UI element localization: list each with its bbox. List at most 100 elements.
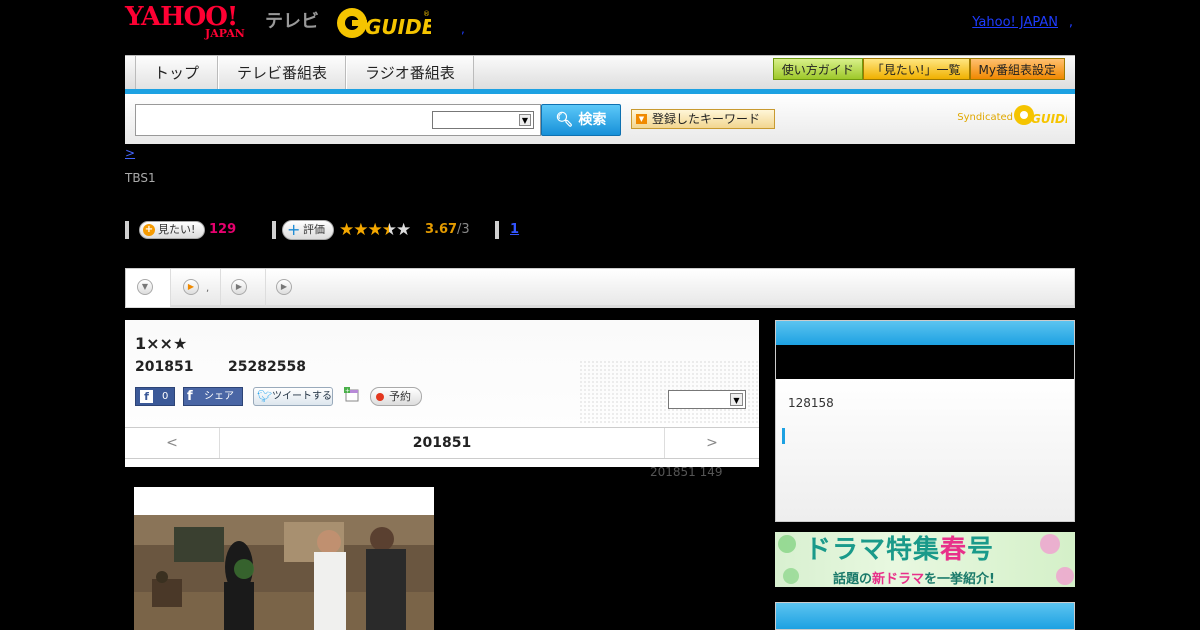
tab-episodes[interactable]: ▶ , [171, 269, 221, 307]
sidebar-header [776, 321, 1074, 345]
header-separator: , [1068, 15, 1073, 30]
sidebar-panel-2-header [775, 602, 1075, 630]
plus-icon: + [143, 224, 155, 236]
star-rating: ★★★★★ [339, 220, 411, 240]
banner-title-c: 号 [967, 535, 995, 565]
nav-tab-tv-listings[interactable]: テレビ番組表 [218, 56, 347, 90]
review-link[interactable]: 1 [510, 222, 519, 237]
broadcast-meta: 201851 149 [650, 465, 723, 479]
site-header: YAHOO! JAPAN テレビ GUIDE ® , Yahoo! JAPAN … [125, 0, 1075, 55]
svg-text:GUIDE: GUIDE [1031, 112, 1067, 126]
registered-keywords-button[interactable]: ▼ 登録したキーワード [631, 109, 775, 129]
sidebar-panel: 128158 [775, 320, 1075, 522]
program-time: 25282558 [228, 359, 306, 375]
banner-title-spring: 春 [940, 535, 968, 565]
facebook-like-button[interactable]: f 0 [135, 387, 175, 406]
rate-label: 評価 [303, 223, 325, 236]
want-to-watch-button[interactable]: + 見たい! [139, 221, 205, 239]
play-icon: ▶ [231, 279, 247, 295]
reserve-button[interactable]: 予約 [370, 387, 422, 406]
divider [495, 221, 499, 239]
want-to-watch-label: 見たい! [158, 223, 196, 236]
wantto-list-button[interactable]: 「見たい!」一覧 [862, 58, 970, 80]
banner-title-a: ドラマ特集 [805, 535, 941, 565]
pager-next-button[interactable]: > [664, 428, 759, 458]
facebook-like-count: 0 [162, 391, 169, 402]
nav-buttons: 使い方ガイド 「見たい!」一覧 My番組表設定 [772, 58, 1065, 80]
star-empty-icon: ★ [396, 220, 411, 240]
program-info: 1××★ 201851 25282558 f 0 f シェア 🐦︎ ツイートする… [125, 320, 759, 467]
chevron-down-icon: ▼ [519, 114, 531, 126]
nav-tabs: トップ テレビ番組表 ラジオ番組表 [135, 56, 474, 90]
pager-current-date: 201851 [412, 435, 472, 451]
tweet-label: ツイートする [272, 391, 332, 402]
registered-keywords-label: 登録したキーワード [652, 112, 761, 126]
banner-title: ドラマ特集春号 [805, 534, 994, 566]
search-bar: ▼ 🔍︎ 検索 ▼ 登録したキーワード Syndicated GUIDE [125, 94, 1075, 144]
syndicated-gguide-logo: GUIDE [1014, 105, 1067, 126]
star-icon: ★ [339, 220, 354, 240]
star-icon: ★ [367, 220, 383, 240]
sidebar-title-band [776, 345, 1074, 379]
banner-sub-new: 新ドラマ [872, 572, 925, 587]
nav-tab-radio-listings[interactable]: ラジオ番組表 [346, 56, 474, 90]
pager-prev-button[interactable]: < [125, 428, 220, 458]
syndicated-label: Syndicated [957, 112, 1013, 123]
rate-button[interactable]: + 評価 [282, 220, 334, 240]
search-category-select[interactable]: ▼ [432, 111, 534, 129]
play-icon: ▶ [276, 279, 292, 295]
program-tabs: ▼ ▶ , ▶ ▶ [125, 268, 1075, 308]
global-nav: トップ テレビ番組表 ラジオ番組表 使い方ガイド 「見たい!」一覧 My番組表設… [125, 55, 1075, 91]
chevron-down-icon: ▼ [137, 279, 153, 295]
banner-sub-c: を一挙紹介! [924, 572, 995, 587]
drama-special-banner[interactable]: ドラマ特集春号 話題の新ドラマを一挙紹介! [775, 532, 1075, 587]
rating-value: 3.67 [425, 222, 458, 237]
want-to-watch-count: 129 [209, 222, 237, 237]
header-dot: , [461, 22, 465, 36]
plus-icon: + [287, 220, 301, 239]
rating-count: /3 [457, 222, 470, 237]
sidebar-accent [782, 428, 785, 444]
breadcrumb[interactable]: > [125, 146, 135, 160]
facebook-share-button[interactable]: f シェア [183, 387, 243, 406]
search-icon: 🔍︎ [555, 112, 574, 128]
divider [125, 221, 129, 239]
search-button-label: 検索 [578, 112, 607, 128]
svg-text:®: ® [423, 10, 430, 18]
reserve-label: 予約 [389, 390, 411, 403]
program-photo [134, 487, 434, 630]
facebook-share-label: シェア [204, 391, 234, 402]
gguide-logo[interactable]: GUIDE ® [335, 6, 431, 40]
record-dot-icon [376, 393, 384, 401]
program-select[interactable]: ▼ [668, 390, 746, 409]
date-pager: < 201851 > [125, 427, 759, 459]
banner-sub-a: 話題の [833, 572, 873, 587]
facebook-icon: f [187, 389, 193, 404]
program-date: 201851 [135, 359, 194, 375]
star-icon: ★ [353, 220, 368, 240]
play-icon: ▶ [183, 279, 199, 295]
calendar-add-icon[interactable]: + [344, 387, 360, 403]
twitter-bird-icon: 🐦︎ [257, 389, 273, 403]
my-listing-settings-button[interactable]: My番組表設定 [969, 58, 1065, 80]
facebook-icon: f [140, 390, 153, 403]
divider [272, 221, 276, 239]
yahoo-japan-logo-text: JAPAN [205, 27, 245, 40]
tab-details[interactable]: ▼ [126, 269, 171, 307]
search-button[interactable]: 🔍︎ 検索 [541, 104, 621, 136]
tab-related[interactable]: ▶ [266, 269, 302, 307]
yahoo-japan-link[interactable]: Yahoo! JAPAN [972, 15, 1058, 30]
triangle-down-icon: ▼ [636, 114, 647, 124]
channel-name: TBS1 [125, 171, 156, 185]
nav-tab-top[interactable]: トップ [135, 56, 219, 90]
svg-text:GUIDE: GUIDE [365, 15, 431, 39]
usage-guide-button[interactable]: 使い方ガイド [772, 58, 863, 80]
chevron-down-icon: ▼ [730, 393, 743, 406]
sidebar-count: 128158 [788, 396, 834, 410]
banner-subtitle: 話題の新ドラマを一挙紹介! [833, 568, 995, 587]
tweet-button[interactable]: 🐦︎ ツイートする [253, 387, 333, 406]
svg-text:+: + [345, 388, 350, 395]
tab-reviews[interactable]: ▶ [221, 269, 266, 307]
tv-logo-text[interactable]: テレビ [265, 7, 319, 33]
program-title: 1××★ [135, 334, 188, 353]
